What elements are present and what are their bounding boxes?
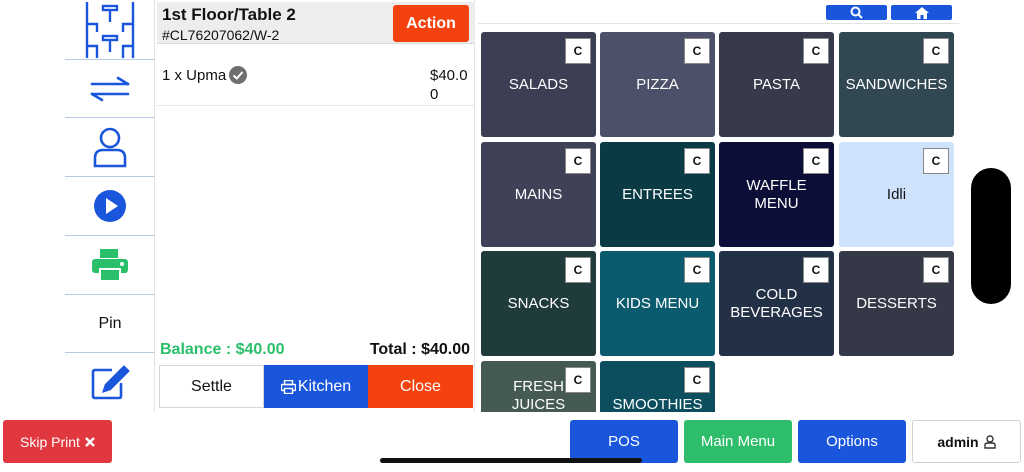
- category-badge: C: [923, 38, 949, 64]
- category-tile[interactable]: WAFFLE MENU C: [719, 142, 834, 247]
- category-tile[interactable]: SNACKS C: [481, 251, 596, 356]
- edit-button[interactable]: [65, 353, 155, 412]
- category-label: SANDWICHES: [845, 75, 948, 93]
- category-badge: C: [923, 257, 949, 283]
- order-item-price: $40.00: [430, 67, 468, 103]
- category-badge: C: [684, 257, 710, 283]
- order-item-name: 1 x Upma: [162, 66, 248, 84]
- category-label: SNACKS: [507, 294, 570, 312]
- pin-label: Pin: [98, 314, 122, 332]
- transfer-button[interactable]: [65, 60, 155, 118]
- category-tile[interactable]: FRESH JUICES C: [481, 361, 596, 412]
- play-circle-icon: [94, 190, 126, 222]
- category-tile[interactable]: COLD BEVERAGES C: [719, 251, 834, 356]
- order-item-label: 1 x Upma: [162, 66, 227, 84]
- skip-print-label: Skip Print: [20, 433, 80, 450]
- left-toolbar: Pin: [65, 0, 155, 412]
- close-button[interactable]: Close: [368, 365, 473, 408]
- category-tile[interactable]: PASTA C: [719, 32, 834, 137]
- admin-label: admin: [937, 433, 979, 450]
- table-title: 1st Floor/Table 2: [162, 5, 296, 24]
- category-label: MAINS: [514, 185, 563, 203]
- edit-icon: [91, 364, 130, 399]
- action-button[interactable]: Action: [393, 5, 469, 42]
- print-button[interactable]: [65, 236, 155, 295]
- category-label: SALADS: [508, 75, 569, 93]
- main-menu-button[interactable]: Main Menu: [684, 420, 792, 463]
- options-button[interactable]: Options: [798, 420, 906, 463]
- tables-button[interactable]: [65, 0, 155, 60]
- pin-button[interactable]: Pin: [65, 295, 155, 353]
- kitchen-button[interactable]: Kitchen: [264, 365, 368, 408]
- category-label: DESSERTS: [856, 294, 937, 312]
- category-label: PASTA: [753, 75, 800, 93]
- category-tile[interactable]: SMOOTHIES C: [600, 361, 715, 412]
- table-code: #CL76207062/W-2: [162, 27, 280, 43]
- category-label: COLD BEVERAGES: [730, 285, 823, 321]
- order-item-row[interactable]: 1 x Upma $40.00: [157, 62, 475, 106]
- bottom-bar: Skip Print POS Main Menu Options admin: [0, 412, 1024, 472]
- kitchen-label: Kitchen: [297, 377, 352, 395]
- search-icon: [850, 6, 863, 19]
- printer-icon: [92, 249, 128, 282]
- category-badge: C: [923, 148, 949, 174]
- category-label: WAFFLE MENU: [746, 176, 807, 212]
- check-circle-icon: [229, 66, 248, 84]
- category-tile[interactable]: PIZZA C: [600, 32, 715, 137]
- category-badge: C: [565, 257, 591, 283]
- category-label: KIDS MENU: [615, 294, 700, 312]
- balance-amount: Balance : $40.00: [160, 341, 285, 358]
- category-tile[interactable]: KIDS MENU C: [600, 251, 715, 356]
- category-badge: C: [565, 148, 591, 174]
- total-amount: Total : $40.00: [369, 341, 470, 358]
- scroll-handle[interactable]: [971, 168, 1011, 304]
- category-badge: C: [684, 367, 710, 393]
- pos-button[interactable]: POS: [570, 420, 678, 463]
- category-label: ENTREES: [622, 185, 693, 203]
- category-label: SMOOTHIES: [612, 396, 703, 412]
- category-tile[interactable]: MAINS C: [481, 142, 596, 247]
- order-header: 1st Floor/Table 2 #CL76207062/W-2 Action: [157, 2, 475, 44]
- home-indicator: [380, 458, 642, 463]
- home-button[interactable]: [891, 5, 952, 20]
- play-button[interactable]: [65, 177, 155, 236]
- user-icon: [983, 434, 996, 449]
- admin-button[interactable]: admin: [912, 420, 1021, 463]
- order-actions: Settle Kitchen Close: [159, 365, 473, 408]
- order-panel: 1st Floor/Table 2 #CL76207062/W-2 Action…: [157, 0, 475, 412]
- user-icon: [93, 127, 127, 168]
- swap-arrows-icon: [90, 76, 130, 101]
- search-button[interactable]: [826, 5, 887, 20]
- settle-button[interactable]: Settle: [159, 365, 264, 408]
- category-badge: C: [803, 38, 829, 64]
- category-tile[interactable]: SANDWICHES C: [839, 32, 954, 137]
- close-icon: [85, 436, 95, 447]
- category-tile[interactable]: Idli C: [839, 142, 954, 247]
- table-layout-icon: [85, 1, 135, 58]
- category-tile[interactable]: ENTREES C: [600, 142, 715, 247]
- customer-button[interactable]: [65, 118, 155, 177]
- skip-print-button[interactable]: Skip Print: [3, 420, 112, 463]
- category-label: Idli: [886, 185, 907, 203]
- category-label: PIZZA: [636, 75, 679, 93]
- menu-toolbar: [478, 0, 959, 24]
- home-icon: [914, 6, 929, 19]
- menu-panel: SALADS C PIZZA C PASTA C SANDWICHES C MA…: [478, 0, 959, 412]
- category-badge: C: [565, 367, 591, 393]
- category-badge: C: [803, 257, 829, 283]
- category-tile[interactable]: SALADS C: [481, 32, 596, 137]
- category-tile[interactable]: DESSERTS C: [839, 251, 954, 356]
- pos-screen: Pin 1st Floor/Table 2 #CL76207062/W-2 Ac…: [0, 0, 1024, 472]
- printer-icon: [280, 379, 296, 394]
- category-badge: C: [684, 148, 710, 174]
- category-badge: C: [803, 148, 829, 174]
- category-badge: C: [684, 38, 710, 64]
- category-badge: C: [565, 38, 591, 64]
